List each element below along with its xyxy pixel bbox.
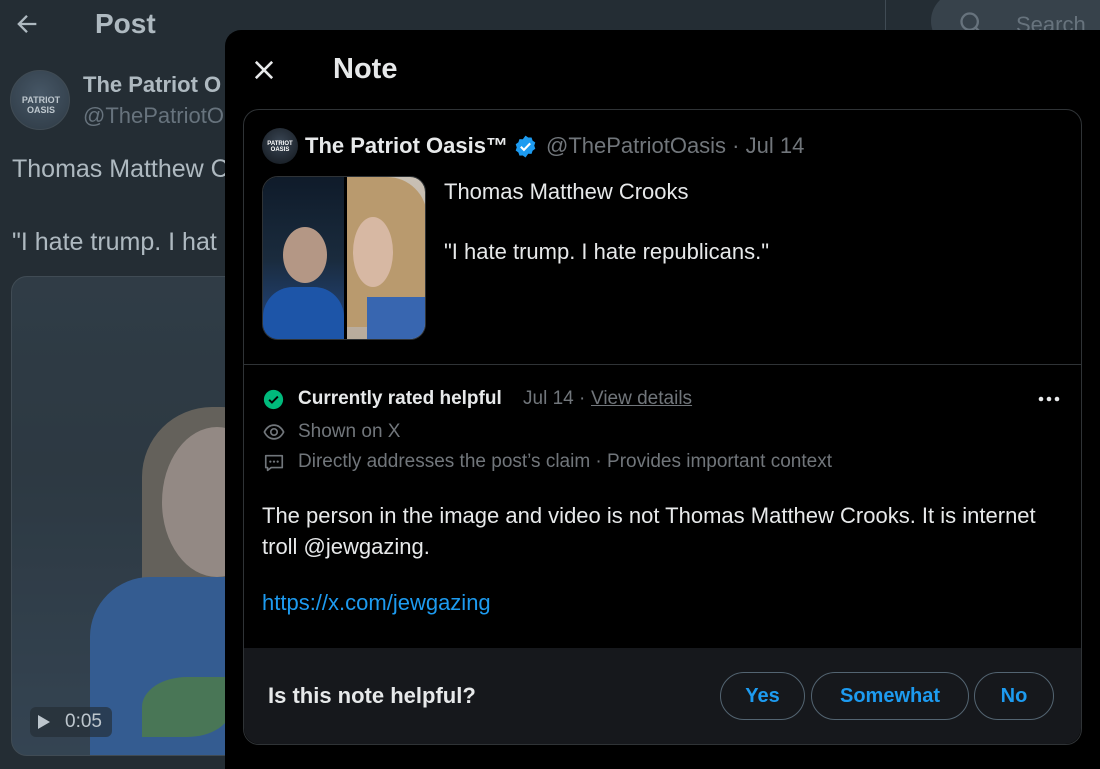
no-button[interactable]: No — [974, 672, 1054, 720]
status-separator: · — [579, 388, 586, 409]
view-details-link[interactable]: View details — [591, 388, 692, 410]
image-face — [283, 227, 327, 283]
quoted-avatar-text: PATRIOT OASIS — [267, 141, 293, 153]
shown-on-text: Shown on X — [298, 421, 401, 442]
quoted-image[interactable] — [262, 176, 426, 340]
status-label: Currently rated helpful — [298, 388, 502, 409]
note-reasons: Directly addresses the post’s claim · Pr… — [298, 451, 832, 472]
image-shirt-right — [367, 297, 425, 339]
yes-button[interactable]: Yes — [720, 672, 805, 720]
quoted-handle-date: @ThePatriotOasis · Jul 14 — [546, 133, 805, 158]
quoted-image-right — [347, 177, 425, 339]
check-circle-icon — [263, 389, 284, 410]
modal-title: Note — [333, 53, 398, 85]
quoted-image-left — [263, 177, 344, 339]
more-options-icon[interactable] — [1036, 387, 1062, 411]
image-cheek — [353, 217, 393, 287]
divider — [243, 364, 1082, 365]
verified-badge-icon — [515, 135, 536, 158]
quoted-text-line1: Thomas Matthew Crooks — [444, 179, 689, 204]
note-link[interactable]: https://x.com/jewgazing — [262, 590, 491, 616]
status-date: Jul 14 — [523, 388, 574, 409]
image-shirt — [263, 287, 344, 339]
quoted-author-name[interactable]: The Patriot Oasis™ — [305, 133, 508, 159]
note-body: The person in the image and video is not… — [262, 503, 1036, 559]
close-icon[interactable] — [250, 56, 278, 84]
eye-icon — [263, 424, 285, 440]
quoted-text-line2: "I hate trump. I hate republicans." — [444, 239, 770, 264]
somewhat-button[interactable]: Somewhat — [811, 672, 969, 720]
quoted-avatar[interactable]: PATRIOT OASIS — [262, 128, 298, 164]
comment-icon — [264, 454, 284, 472]
helpful-question: Is this note helpful? — [268, 683, 476, 708]
